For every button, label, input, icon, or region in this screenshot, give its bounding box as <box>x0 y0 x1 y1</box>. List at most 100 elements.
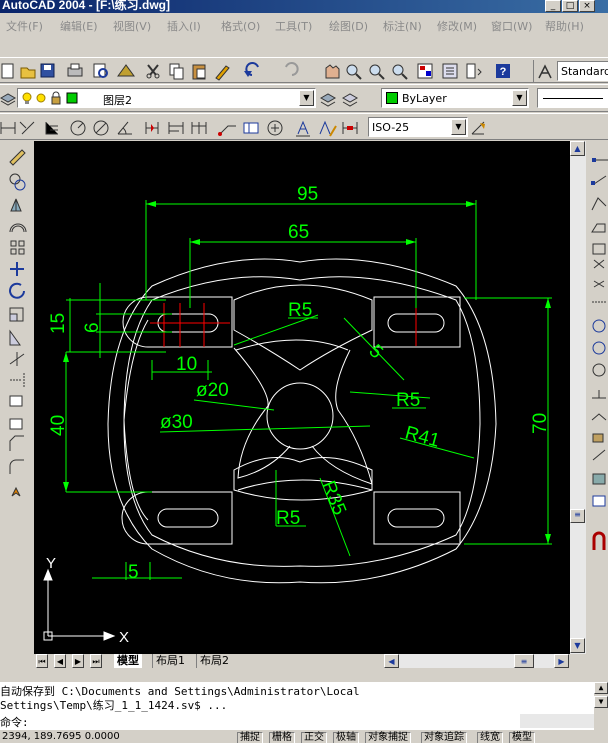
lineweight-toggle[interactable]: 线宽 <box>477 732 503 743</box>
plot-preview-icon[interactable] <box>93 63 108 78</box>
scroll-right-button[interactable]: ▶ <box>554 654 569 668</box>
dimension-style-dropdown-button[interactable]: ▼ <box>451 119 466 135</box>
command-window[interactable]: 自动保存到 C:\Documents and Settings\Administ… <box>0 682 608 730</box>
region-icon[interactable] <box>592 473 606 485</box>
make-block-icon[interactable] <box>591 413 607 421</box>
command-hscroll[interactable] <box>520 714 594 728</box>
publish-icon[interactable] <box>117 64 135 77</box>
new-icon[interactable] <box>1 63 14 79</box>
model-toggle[interactable]: 模型 <box>509 732 535 743</box>
save-icon[interactable] <box>40 63 55 78</box>
minimize-button[interactable]: _ <box>545 0 561 12</box>
menu-insert[interactable]: 插入(I) <box>167 18 201 34</box>
first-tab-button[interactable]: ⏮ <box>36 654 48 668</box>
prev-tab-button[interactable]: ◀ <box>54 654 66 668</box>
ortho-toggle[interactable]: 正交 <box>301 732 327 743</box>
fillet-icon[interactable] <box>9 459 24 474</box>
continue-dimension-icon[interactable] <box>191 122 207 134</box>
array-icon[interactable] <box>10 240 25 255</box>
otrack-toggle[interactable]: 对象追踪 <box>421 732 467 743</box>
ellipse-icon[interactable] <box>592 341 606 355</box>
layer-previous-icon[interactable] <box>341 93 359 107</box>
arc-icon[interactable] <box>593 259 605 269</box>
tab-layout2[interactable]: 布局2 <box>196 654 232 668</box>
menu-dimension[interactable]: 标注(N) <box>383 18 422 34</box>
help-icon[interactable]: ? <box>496 64 510 78</box>
dimension-text-edit-icon[interactable] <box>319 120 337 137</box>
color-select[interactable]: ByLayer ▼ <box>381 88 529 108</box>
menu-window[interactable]: 窗口(W) <box>491 18 532 34</box>
chamfer-icon[interactable] <box>9 435 24 451</box>
vertical-scrollbar[interactable]: ▲ ≡ ▼ <box>570 141 586 654</box>
rotate-icon[interactable] <box>9 282 25 299</box>
tab-model[interactable]: 模型 <box>114 654 142 668</box>
break-at-point-icon[interactable] <box>9 395 23 407</box>
zoom-window-icon[interactable] <box>369 64 385 80</box>
scale-icon[interactable] <box>9 307 24 322</box>
tool-palettes-icon[interactable] <box>466 63 482 79</box>
hscroll-thumb[interactable]: ≡ <box>514 654 534 668</box>
polygon-icon[interactable] <box>591 223 606 233</box>
menu-draw[interactable]: 绘图(D) <box>329 18 368 34</box>
color-dropdown-button[interactable]: ▼ <box>512 90 527 106</box>
line-icon[interactable] <box>592 158 608 162</box>
baseline-dimension-icon[interactable] <box>168 122 184 134</box>
command-prompt[interactable]: 命令: <box>0 714 29 730</box>
menu-edit[interactable]: 编辑(E) <box>60 18 98 34</box>
explode-icon[interactable] <box>11 486 21 497</box>
scroll-thumb[interactable]: ≡ <box>570 509 585 523</box>
tab-layout1[interactable]: 布局1 <box>152 654 188 668</box>
match-properties-icon[interactable] <box>215 65 230 81</box>
scroll-down-button[interactable]: ▼ <box>570 638 585 653</box>
multiline-text-icon[interactable] <box>592 531 606 550</box>
ellipse-arc-icon[interactable] <box>592 363 606 377</box>
spline-icon[interactable] <box>592 319 606 333</box>
drawing-canvas[interactable]: 95 65 15 6 10 40 70 5 5 R5 R5 R5 ø20 ø30… <box>34 141 570 654</box>
make-current-layer-icon[interactable] <box>320 93 337 107</box>
break-icon[interactable] <box>9 418 23 430</box>
copy-object-icon[interactable] <box>9 173 26 191</box>
linear-dimension-icon[interactable] <box>0 122 16 134</box>
layer-dropdown-button[interactable]: ▼ <box>299 90 314 106</box>
polar-toggle[interactable]: 极轴 <box>333 732 359 743</box>
insert-block-icon[interactable] <box>592 390 606 399</box>
maximize-button[interactable]: □ <box>562 0 578 12</box>
offset-icon[interactable] <box>9 223 27 233</box>
menu-modify[interactable]: 修改(M) <box>437 18 477 34</box>
stretch-icon[interactable] <box>9 329 21 346</box>
menu-file[interactable]: 文件(F) <box>6 18 43 34</box>
open-icon[interactable] <box>20 67 36 79</box>
polyline-icon[interactable] <box>591 197 607 211</box>
radius-dimension-icon[interactable] <box>70 120 86 136</box>
construction-line-icon[interactable] <box>591 175 607 185</box>
scroll-up-button[interactable]: ▲ <box>570 141 585 156</box>
text-style-icon[interactable] <box>537 63 555 81</box>
tolerance-icon[interactable] <box>243 122 259 134</box>
table-icon[interactable] <box>592 495 606 507</box>
cut-icon[interactable] <box>146 64 160 79</box>
circle-icon[interactable] <box>593 280 605 288</box>
print-icon[interactable] <box>67 63 83 77</box>
trim-icon[interactable] <box>9 352 25 366</box>
move-icon[interactable] <box>10 262 24 276</box>
properties-icon[interactable] <box>417 63 433 79</box>
osnap-toggle[interactable]: 对象捕捉 <box>365 732 411 743</box>
mirror-icon[interactable] <box>10 198 22 212</box>
next-tab-button[interactable]: ▶ <box>72 654 84 668</box>
erase-icon[interactable] <box>9 149 26 166</box>
quick-leader-icon[interactable] <box>218 125 236 136</box>
menu-view[interactable]: 视图(V) <box>113 18 151 34</box>
hatch-icon[interactable] <box>592 449 606 461</box>
layer-select[interactable]: 图层2 ▼ <box>17 88 316 108</box>
diameter-dimension-icon[interactable] <box>93 120 109 136</box>
dimension-style-select[interactable]: ISO-25 ▼ <box>368 117 468 137</box>
dimension-update-icon[interactable] <box>342 122 358 134</box>
point-icon[interactable] <box>592 433 604 443</box>
command-scroll-up[interactable]: ▲ <box>594 682 608 694</box>
dimension-edit-icon[interactable] <box>296 120 310 137</box>
last-tab-button[interactable]: ⏭ <box>90 654 102 668</box>
command-scroll-down[interactable]: ▼ <box>594 696 608 708</box>
aligned-dimension-icon[interactable] <box>19 121 35 135</box>
undo-icon[interactable] <box>244 62 259 77</box>
pan-realtime-icon[interactable] <box>325 64 340 79</box>
